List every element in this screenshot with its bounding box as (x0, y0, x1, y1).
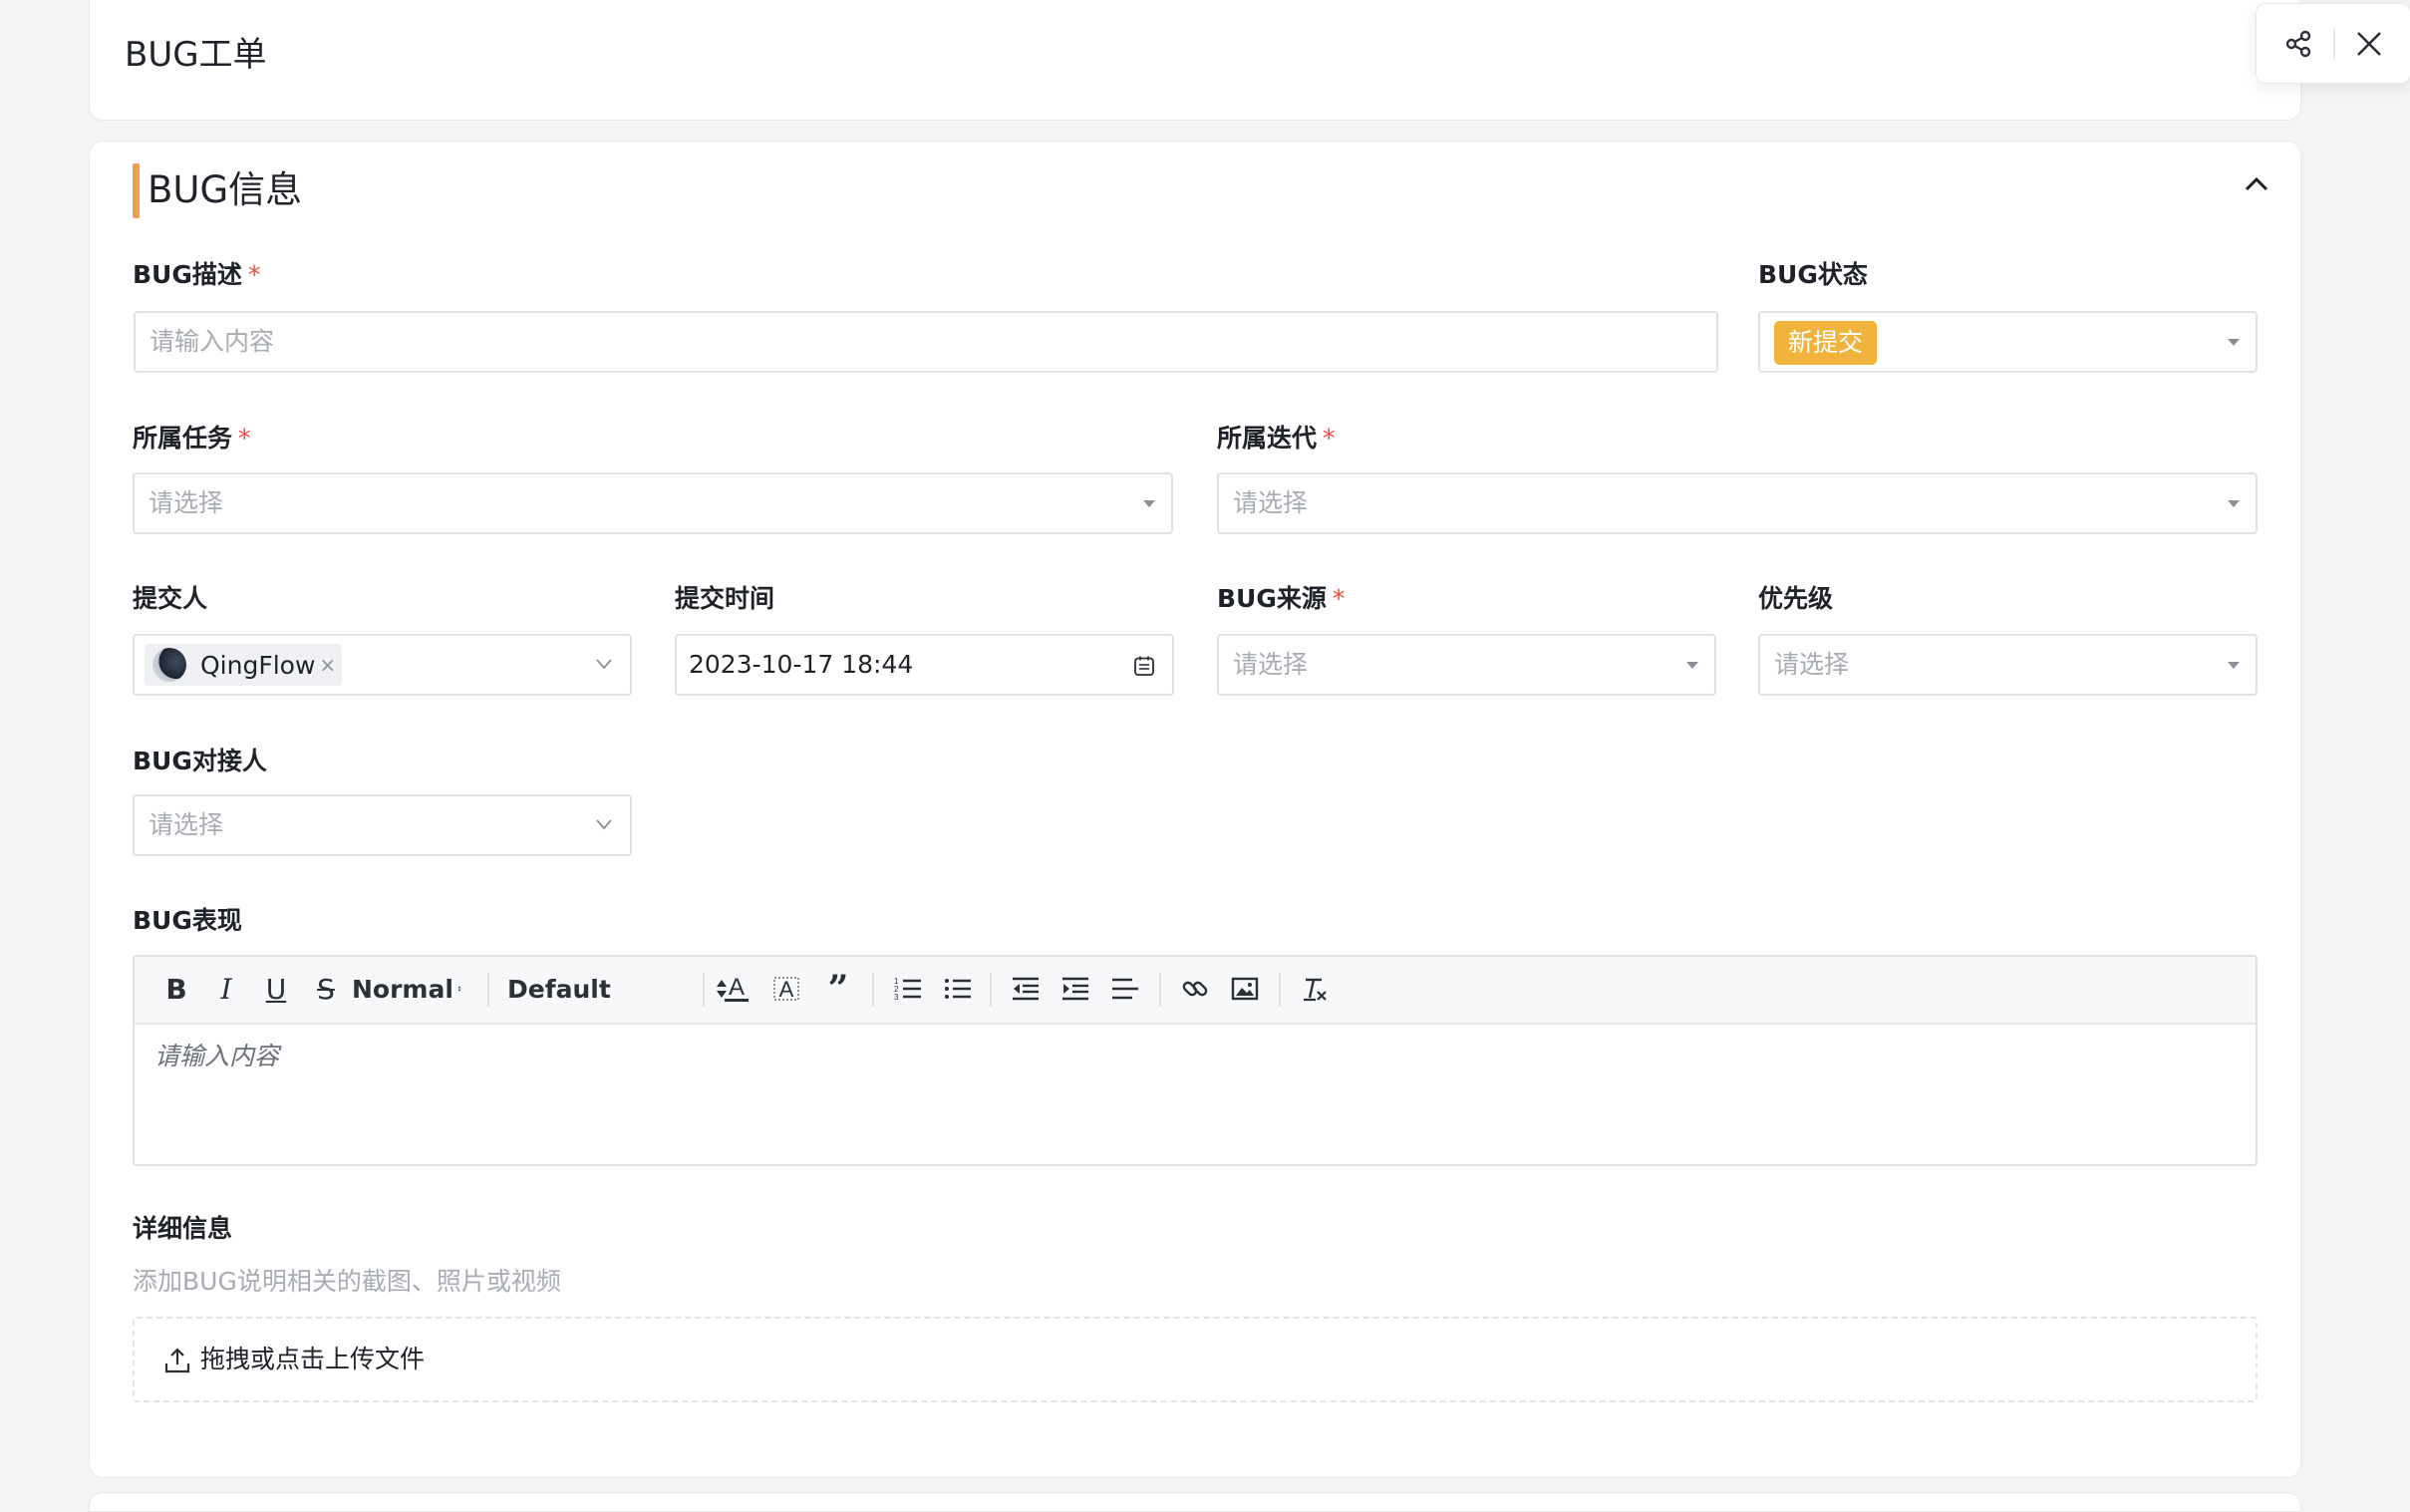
remove-user-icon[interactable]: × (319, 653, 336, 677)
submit-time-picker[interactable]: 2023-10-17 18:44 (675, 634, 1174, 696)
svg-text:3: 3 (894, 993, 899, 1002)
form-header-card (89, 0, 2301, 121)
submitter-label: 提交人 (133, 584, 208, 613)
next-section-card (89, 1492, 2301, 1512)
user-chip: QingFlow × (145, 644, 343, 686)
font-select[interactable]: Default (507, 969, 729, 1009)
upload-icon (164, 1348, 190, 1373)
bug-desc-placeholder: 请输入内容 (150, 327, 275, 356)
task-label: 所属任务 * (133, 424, 251, 453)
contact-placeholder: 请选择 (149, 810, 224, 839)
chevron-up-icon[interactable] (2240, 167, 2273, 201)
outdent-icon[interactable] (1006, 969, 1046, 1009)
task-select[interactable]: 请选择 (133, 472, 1173, 534)
chevron-down-icon (596, 659, 612, 670)
share-icon[interactable] (2278, 24, 2318, 64)
task-placeholder: 请选择 (149, 488, 224, 517)
toolbar-divider (990, 973, 992, 1007)
form-title: BUG工单 (125, 35, 267, 75)
font-select-value: Default (507, 974, 611, 1004)
submit-time-label: 提交时间 (675, 584, 775, 613)
iteration-placeholder: 请选择 (1233, 488, 1309, 517)
bug-behavior-label: BUG表现 (133, 906, 242, 935)
priority-label: 优先级 (1758, 584, 1834, 613)
bold-icon[interactable]: B (156, 969, 196, 1009)
contact-select[interactable]: 请选择 (133, 794, 632, 856)
strikethrough-icon[interactable]: S (306, 969, 346, 1009)
svg-text:A: A (779, 977, 794, 1002)
contact-label: BUG对接人 (133, 747, 267, 775)
svg-text:A: A (729, 974, 745, 1001)
user-name: QingFlow (200, 650, 316, 680)
sort-icon (457, 986, 461, 992)
italic-icon[interactable]: I (206, 969, 246, 1009)
floating-actions (2256, 3, 2410, 84)
priority-select[interactable]: 请选择 (1758, 634, 2258, 696)
priority-placeholder: 请选择 (1774, 650, 1850, 679)
underline-icon[interactable]: U (256, 969, 296, 1009)
clear-format-icon[interactable] (1295, 969, 1335, 1009)
bug-source-label: BUG来源 * (1217, 584, 1346, 613)
bug-desc-input[interactable]: 请输入内容 (134, 311, 1718, 373)
link-icon[interactable] (1175, 969, 1215, 1009)
bug-source-placeholder: 请选择 (1233, 650, 1309, 679)
caret-down-icon (2228, 500, 2240, 507)
status-badge: 新提交 (1774, 321, 1878, 365)
upload-text: 拖拽或点击上传文件 (200, 1345, 426, 1373)
close-icon[interactable] (2349, 24, 2389, 64)
text-color-icon[interactable]: A (717, 969, 756, 1009)
editor-toolbar: B I U S Normal Default A A ” 123 (135, 957, 2256, 1025)
details-label: 详细信息 (133, 1214, 233, 1243)
upload-dropzone[interactable]: 拖拽或点击上传文件 (133, 1317, 2258, 1402)
caret-down-icon (1686, 662, 1698, 669)
background-color-icon[interactable]: A (766, 969, 806, 1009)
editor-placeholder[interactable]: 请输入内容 (154, 1037, 279, 1076)
bug-status-label: BUG状态 (1758, 260, 1868, 289)
image-icon[interactable] (1225, 969, 1265, 1009)
indent-icon[interactable] (1055, 969, 1095, 1009)
details-hint: 添加BUG说明相关的截图、照片或视频 (133, 1267, 561, 1296)
toolbar-divider (1159, 973, 1161, 1007)
ordered-list-icon[interactable]: 123 (888, 969, 928, 1009)
quote-icon[interactable]: ” (818, 968, 858, 1010)
actions-divider (2333, 28, 2335, 60)
bullet-list-icon[interactable] (938, 969, 978, 1009)
submit-time-value: 2023-10-17 18:44 (689, 650, 914, 679)
header-select[interactable]: Normal (352, 969, 461, 1009)
caret-down-icon (1143, 500, 1155, 507)
toolbar-divider (487, 973, 489, 1007)
toolbar-divider (703, 973, 705, 1007)
section-title: BUG信息 (148, 168, 303, 211)
toolbar-divider (1279, 973, 1281, 1007)
chevron-down-icon (596, 819, 612, 830)
bug-source-select[interactable]: 请选择 (1217, 634, 1716, 696)
section-accent-bar (133, 163, 140, 218)
rich-text-editor: B I U S Normal Default A A ” 123 请输入内容 (133, 955, 2258, 1166)
header-select-value: Normal (352, 974, 453, 1004)
iteration-label: 所属迭代 * (1217, 424, 1336, 453)
toolbar-divider (872, 973, 874, 1007)
bug-status-select[interactable]: 新提交 (1758, 311, 2258, 373)
avatar (152, 648, 186, 682)
iteration-select[interactable]: 请选择 (1217, 472, 2258, 534)
caret-down-icon (2228, 662, 2240, 669)
bug-desc-label: BUG描述 * (133, 260, 261, 289)
caret-down-icon (2228, 339, 2240, 346)
submitter-select[interactable]: QingFlow × (133, 634, 632, 696)
calendar-icon (1134, 656, 1154, 676)
align-icon[interactable] (1105, 969, 1145, 1009)
